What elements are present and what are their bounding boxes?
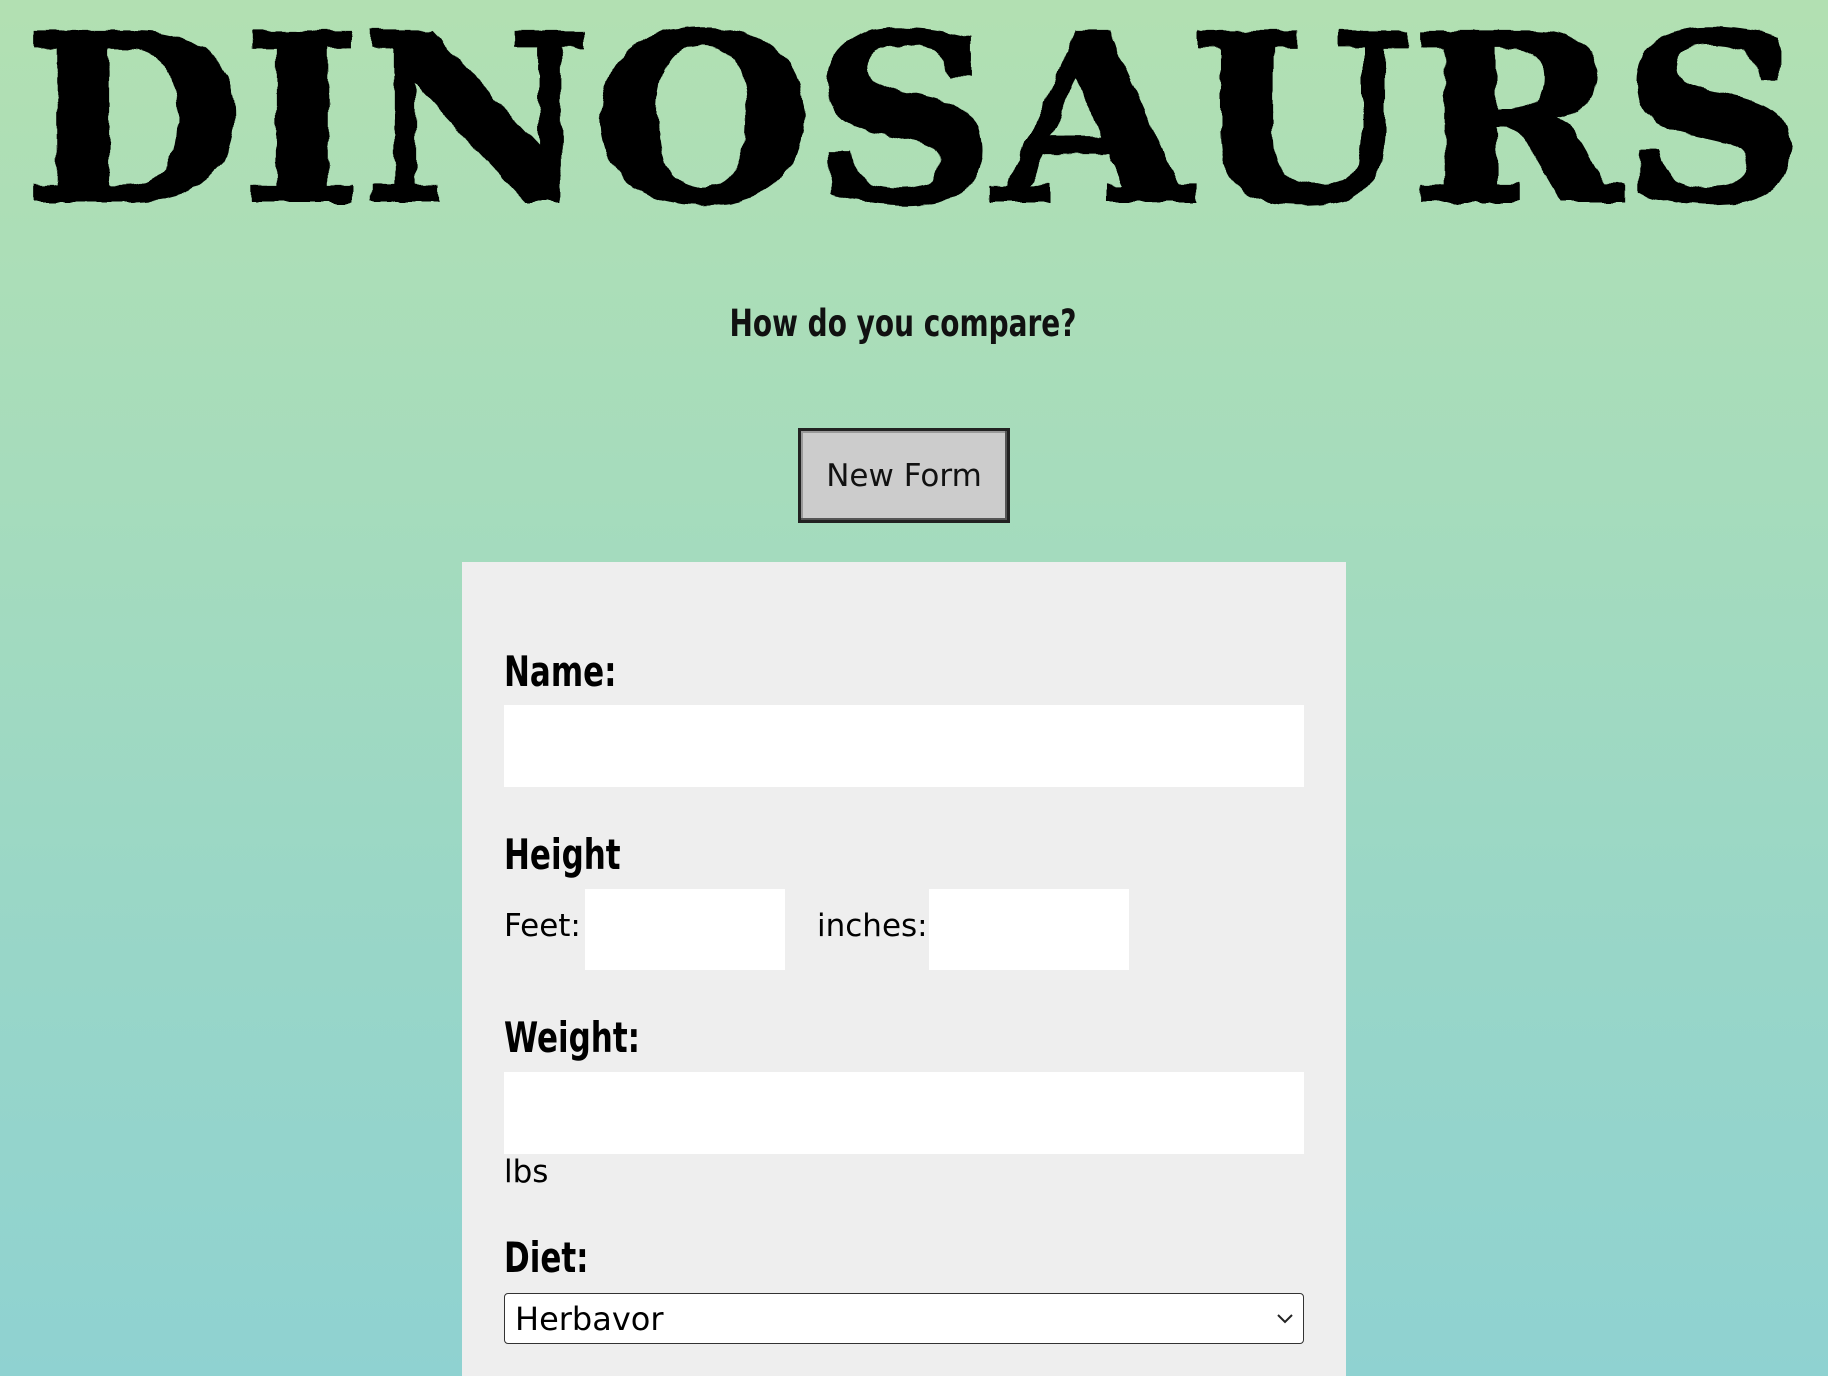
weight-unit-label: lbs [504, 1154, 549, 1190]
feet-input[interactable] [585, 889, 785, 970]
name-label: Name: [504, 647, 617, 696]
new-form-button[interactable]: New Form [798, 428, 1010, 523]
site-title: DINOSAURS [24, 0, 1804, 240]
inches-label: inches: [817, 908, 928, 944]
feet-label: Feet: [504, 908, 581, 944]
height-label: Height [504, 830, 621, 879]
page-header: DINOSAURS [0, 0, 1828, 240]
diet-selected-value: Herbavor [515, 1300, 664, 1338]
diet-select[interactable]: Herbavor [504, 1293, 1304, 1344]
weight-label: Weight: [504, 1013, 641, 1062]
weight-input[interactable] [504, 1072, 1304, 1154]
diet-label: Diet: [504, 1233, 589, 1282]
comparison-form: Name: Height Feet: inches: Weight: lbs D… [462, 562, 1346, 1376]
page-subtitle: How do you compare? [729, 302, 1077, 345]
name-input[interactable] [504, 705, 1304, 787]
dinosaurs-title-logo: DINOSAURS [22, 0, 1806, 240]
chevron-down-icon [1277, 1314, 1293, 1324]
inches-input[interactable] [929, 889, 1129, 970]
